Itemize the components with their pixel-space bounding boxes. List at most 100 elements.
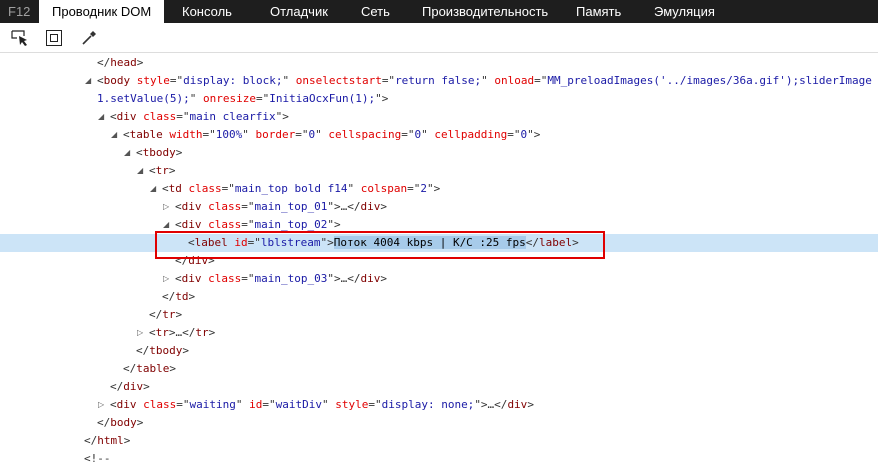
collapse-triangle-icon[interactable]: ◢ <box>85 72 91 90</box>
punctuation: =" <box>176 110 190 123</box>
punctuation: < <box>149 164 156 177</box>
attr-name: style <box>335 398 369 411</box>
attr-name: onload <box>494 74 535 87</box>
attr-value: main_top_01 <box>254 200 328 213</box>
punctuation: < <box>110 398 117 411</box>
dom-node-row[interactable]: </tbody> <box>0 342 878 360</box>
tag-name: div <box>181 272 202 285</box>
tab-item[interactable]: Память <box>576 0 621 23</box>
dom-node-row[interactable]: ▷ <div class="main_top_01">…</div> <box>0 198 878 216</box>
node-markup: <table width="100%" border="0" cellspaci… <box>123 126 540 144</box>
collapse-triangle-icon[interactable]: ◢ <box>150 180 156 198</box>
punctuation: " <box>481 74 495 87</box>
punctuation: =" <box>507 128 521 141</box>
expand-triangle-icon[interactable]: ▷ <box>137 324 143 342</box>
dom-node-row[interactable]: </div> <box>0 378 878 396</box>
dom-node-row[interactable]: </tr> <box>0 306 878 324</box>
punctuation: </ <box>149 308 163 321</box>
punctuation: ">…</ <box>327 272 361 285</box>
punctuation: > <box>168 164 176 177</box>
attr-value: main clearfix <box>189 110 276 123</box>
dom-node-row[interactable]: ▷ <div class="main_top_03">…</div> <box>0 270 878 288</box>
collapse-triangle-icon[interactable]: ◢ <box>137 162 143 180</box>
tab-item[interactable]: Эмуляция <box>654 0 715 23</box>
highlight-box-icon[interactable] <box>45 29 63 47</box>
dom-node-row[interactable]: <!-- <box>0 450 878 468</box>
collapse-triangle-icon[interactable]: ◢ <box>98 108 104 126</box>
punctuation: > <box>182 344 189 357</box>
tag-name: div <box>116 398 137 411</box>
punctuation: >…</ <box>168 326 196 339</box>
attr-name: onresize <box>202 92 256 105</box>
dom-node-row[interactable]: </head> <box>0 54 878 72</box>
node-markup: <div class="waiting" id="waitDiv" style=… <box>110 396 534 414</box>
dom-node-row[interactable]: </html> <box>0 432 878 450</box>
dom-node-row[interactable]: ◢ <tr> <box>0 162 878 180</box>
dom-node-row[interactable]: ◢ <div class="main clearfix"> <box>0 108 878 126</box>
tag-name: html <box>97 434 124 447</box>
node-markup: </table> <box>123 360 176 378</box>
tag-name: table <box>129 128 163 141</box>
color-picker-icon[interactable] <box>80 29 98 47</box>
dom-node-row[interactable]: ▷ <div class="waiting" id="waitDiv" style… <box>0 396 878 414</box>
dom-node-row[interactable]: ▷ <tr>…</tr> <box>0 324 878 342</box>
attr-name: class <box>143 398 177 411</box>
expand-triangle-icon[interactable]: ▷ <box>163 270 169 288</box>
punctuation: < <box>123 128 130 141</box>
dom-node-row[interactable]: </body> <box>0 414 878 432</box>
expand-triangle-icon[interactable]: ▷ <box>163 198 169 216</box>
expand-triangle-icon[interactable]: ▷ <box>98 396 104 414</box>
tag-name: body <box>110 416 137 429</box>
dom-node-row[interactable]: ◢ <body style="display: block;" onselects… <box>0 72 878 90</box>
punctuation: " <box>242 128 256 141</box>
dom-node-row[interactable]: ◢ <td class="main_top bold f14" colspan="… <box>0 180 878 198</box>
dom-node-row[interactable]: </table> <box>0 360 878 378</box>
collapse-triangle-icon[interactable]: ◢ <box>124 144 130 162</box>
tag-name: div <box>181 200 202 213</box>
tag-name: tr <box>155 164 169 177</box>
punctuation: < <box>175 272 182 285</box>
collapse-triangle-icon[interactable]: ◢ <box>111 126 117 144</box>
tab-item[interactable]: Отладчик <box>270 0 328 23</box>
tab-item[interactable]: Проводник DOM <box>39 0 165 23</box>
tag-name: div <box>360 272 381 285</box>
punctuation: </ <box>97 56 111 69</box>
punctuation: </ <box>162 290 176 303</box>
punctuation: =" <box>202 128 216 141</box>
attr-value: main_top_02 <box>254 218 328 231</box>
select-element-icon[interactable] <box>11 29 29 47</box>
dom-node-row[interactable]: </td> <box>0 288 878 306</box>
node-markup: </tr> <box>149 306 182 324</box>
tab-item[interactable]: Производительность <box>422 0 548 23</box>
punctuation: =" <box>401 128 415 141</box>
punctuation: "> <box>426 182 441 195</box>
attr-name: class <box>208 218 242 231</box>
dom-node-row[interactable]: ◢ <tbody> <box>0 144 878 162</box>
tag-name: table <box>136 362 170 375</box>
dom-node-row[interactable]: 1.setValue(5);" onresize="InitiaOcxFun(1… <box>0 90 878 108</box>
punctuation: "> <box>275 110 289 123</box>
punctuation: "> <box>527 128 541 141</box>
tag-name: body <box>103 74 131 87</box>
dom-node-row[interactable]: ◢ <table width="100%" border="0" cellspac… <box>0 126 878 144</box>
punctuation: </ <box>123 362 137 375</box>
node-markup: 1.setValue(5);" onresize="InitiaOcxFun(1… <box>97 90 388 108</box>
punctuation: =" <box>534 74 548 87</box>
attr-name: onselectstart <box>295 74 382 87</box>
punctuation: =" <box>407 182 421 195</box>
punctuation: " <box>282 74 296 87</box>
attr-value: display: block; <box>183 74 283 87</box>
punctuation: > <box>175 308 183 321</box>
attr-value: main_top_03 <box>254 272 328 285</box>
punctuation: " <box>347 182 361 195</box>
node-markup: <tbody> <box>136 144 182 162</box>
tab-item[interactable]: Консоль <box>182 0 232 23</box>
tag-name: div <box>123 380 144 393</box>
tab-item[interactable]: Сеть <box>361 0 390 23</box>
punctuation: " <box>315 128 329 141</box>
tag-name: tr <box>195 326 209 339</box>
attr-value: waiting <box>189 398 236 411</box>
tag-name: div <box>181 218 202 231</box>
tab-f12[interactable]: F12 <box>8 0 30 23</box>
punctuation: < <box>175 200 182 213</box>
